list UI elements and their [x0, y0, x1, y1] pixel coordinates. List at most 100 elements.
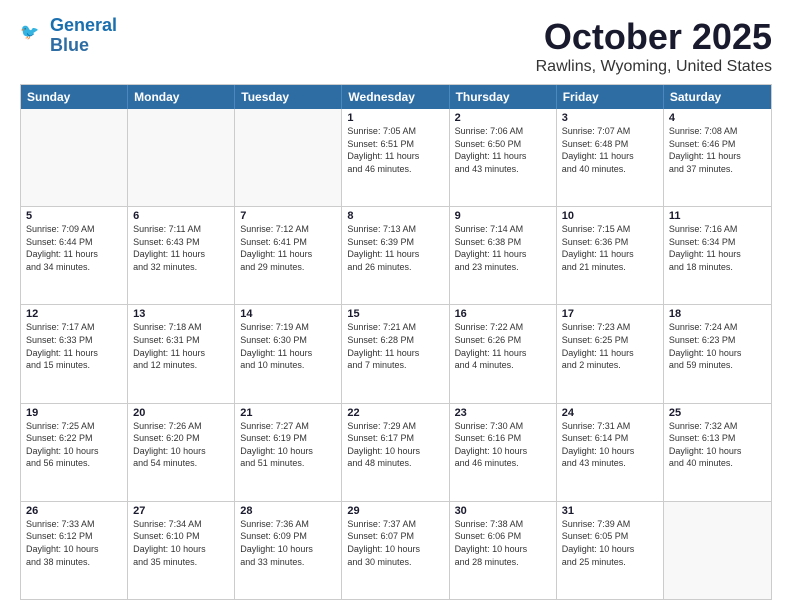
day-info: Sunrise: 7:05 AM Sunset: 6:51 PM Dayligh… — [347, 125, 443, 175]
calendar-cell: 9Sunrise: 7:14 AM Sunset: 6:38 PM Daylig… — [450, 207, 557, 304]
day-info: Sunrise: 7:09 AM Sunset: 6:44 PM Dayligh… — [26, 223, 122, 273]
cal-header-day: Monday — [128, 85, 235, 109]
calendar: SundayMondayTuesdayWednesdayThursdayFrid… — [20, 84, 772, 600]
cal-header-day: Thursday — [450, 85, 557, 109]
day-info: Sunrise: 7:22 AM Sunset: 6:26 PM Dayligh… — [455, 321, 551, 371]
calendar-row: 19Sunrise: 7:25 AM Sunset: 6:22 PM Dayli… — [21, 404, 771, 502]
calendar-cell: 6Sunrise: 7:11 AM Sunset: 6:43 PM Daylig… — [128, 207, 235, 304]
calendar-cell: 17Sunrise: 7:23 AM Sunset: 6:25 PM Dayli… — [557, 305, 664, 402]
calendar-cell: 28Sunrise: 7:36 AM Sunset: 6:09 PM Dayli… — [235, 502, 342, 599]
cal-header-day: Wednesday — [342, 85, 449, 109]
day-info: Sunrise: 7:33 AM Sunset: 6:12 PM Dayligh… — [26, 518, 122, 568]
page-title: October 2025 — [536, 16, 772, 58]
calendar-cell: 23Sunrise: 7:30 AM Sunset: 6:16 PM Dayli… — [450, 404, 557, 501]
calendar-cell: 8Sunrise: 7:13 AM Sunset: 6:39 PM Daylig… — [342, 207, 449, 304]
day-number: 30 — [455, 505, 551, 517]
day-number: 14 — [240, 308, 336, 320]
calendar-cell: 11Sunrise: 7:16 AM Sunset: 6:34 PM Dayli… — [664, 207, 771, 304]
calendar-cell: 13Sunrise: 7:18 AM Sunset: 6:31 PM Dayli… — [128, 305, 235, 402]
day-number: 6 — [133, 210, 229, 222]
calendar-cell: 19Sunrise: 7:25 AM Sunset: 6:22 PM Dayli… — [21, 404, 128, 501]
cal-header-day: Sunday — [21, 85, 128, 109]
day-number: 26 — [26, 505, 122, 517]
day-number: 9 — [455, 210, 551, 222]
day-number: 11 — [669, 210, 766, 222]
day-number: 7 — [240, 210, 336, 222]
calendar-cell — [128, 109, 235, 206]
calendar-cell: 20Sunrise: 7:26 AM Sunset: 6:20 PM Dayli… — [128, 404, 235, 501]
day-number: 2 — [455, 112, 551, 124]
day-number: 29 — [347, 505, 443, 517]
logo: 🐦 General Blue — [20, 16, 117, 56]
day-info: Sunrise: 7:30 AM Sunset: 6:16 PM Dayligh… — [455, 420, 551, 470]
calendar-cell — [235, 109, 342, 206]
day-info: Sunrise: 7:17 AM Sunset: 6:33 PM Dayligh… — [26, 321, 122, 371]
day-number: 22 — [347, 407, 443, 419]
day-number: 25 — [669, 407, 766, 419]
day-number: 12 — [26, 308, 122, 320]
day-info: Sunrise: 7:15 AM Sunset: 6:36 PM Dayligh… — [562, 223, 658, 273]
calendar-cell: 30Sunrise: 7:38 AM Sunset: 6:06 PM Dayli… — [450, 502, 557, 599]
cal-header-day: Tuesday — [235, 85, 342, 109]
day-info: Sunrise: 7:34 AM Sunset: 6:10 PM Dayligh… — [133, 518, 229, 568]
day-number: 13 — [133, 308, 229, 320]
day-info: Sunrise: 7:13 AM Sunset: 6:39 PM Dayligh… — [347, 223, 443, 273]
calendar-cell: 22Sunrise: 7:29 AM Sunset: 6:17 PM Dayli… — [342, 404, 449, 501]
calendar-cell: 25Sunrise: 7:32 AM Sunset: 6:13 PM Dayli… — [664, 404, 771, 501]
day-info: Sunrise: 7:27 AM Sunset: 6:19 PM Dayligh… — [240, 420, 336, 470]
calendar-cell: 27Sunrise: 7:34 AM Sunset: 6:10 PM Dayli… — [128, 502, 235, 599]
day-info: Sunrise: 7:25 AM Sunset: 6:22 PM Dayligh… — [26, 420, 122, 470]
cal-header-day: Saturday — [664, 85, 771, 109]
calendar-cell: 7Sunrise: 7:12 AM Sunset: 6:41 PM Daylig… — [235, 207, 342, 304]
calendar-cell — [664, 502, 771, 599]
calendar-cell: 12Sunrise: 7:17 AM Sunset: 6:33 PM Dayli… — [21, 305, 128, 402]
calendar-cell: 18Sunrise: 7:24 AM Sunset: 6:23 PM Dayli… — [664, 305, 771, 402]
day-number: 28 — [240, 505, 336, 517]
day-info: Sunrise: 7:08 AM Sunset: 6:46 PM Dayligh… — [669, 125, 766, 175]
day-info: Sunrise: 7:26 AM Sunset: 6:20 PM Dayligh… — [133, 420, 229, 470]
logo-icon: 🐦 — [20, 19, 48, 47]
day-info: Sunrise: 7:12 AM Sunset: 6:41 PM Dayligh… — [240, 223, 336, 273]
day-number: 18 — [669, 308, 766, 320]
day-info: Sunrise: 7:29 AM Sunset: 6:17 PM Dayligh… — [347, 420, 443, 470]
day-info: Sunrise: 7:31 AM Sunset: 6:14 PM Dayligh… — [562, 420, 658, 470]
header: 🐦 General Blue October 2025 Rawlins, Wyo… — [20, 16, 772, 76]
day-number: 17 — [562, 308, 658, 320]
calendar-cell: 4Sunrise: 7:08 AM Sunset: 6:46 PM Daylig… — [664, 109, 771, 206]
day-number: 20 — [133, 407, 229, 419]
day-info: Sunrise: 7:16 AM Sunset: 6:34 PM Dayligh… — [669, 223, 766, 273]
day-number: 4 — [669, 112, 766, 124]
calendar-cell: 26Sunrise: 7:33 AM Sunset: 6:12 PM Dayli… — [21, 502, 128, 599]
day-info: Sunrise: 7:21 AM Sunset: 6:28 PM Dayligh… — [347, 321, 443, 371]
calendar-row: 5Sunrise: 7:09 AM Sunset: 6:44 PM Daylig… — [21, 207, 771, 305]
day-number: 31 — [562, 505, 658, 517]
calendar-row: 1Sunrise: 7:05 AM Sunset: 6:51 PM Daylig… — [21, 109, 771, 207]
day-number: 10 — [562, 210, 658, 222]
day-info: Sunrise: 7:18 AM Sunset: 6:31 PM Dayligh… — [133, 321, 229, 371]
page: 🐦 General Blue October 2025 Rawlins, Wyo… — [0, 0, 792, 612]
calendar-cell: 31Sunrise: 7:39 AM Sunset: 6:05 PM Dayli… — [557, 502, 664, 599]
day-number: 24 — [562, 407, 658, 419]
day-number: 19 — [26, 407, 122, 419]
calendar-cell: 21Sunrise: 7:27 AM Sunset: 6:19 PM Dayli… — [235, 404, 342, 501]
day-number: 27 — [133, 505, 229, 517]
calendar-cell: 10Sunrise: 7:15 AM Sunset: 6:36 PM Dayli… — [557, 207, 664, 304]
calendar-row: 26Sunrise: 7:33 AM Sunset: 6:12 PM Dayli… — [21, 502, 771, 599]
calendar-cell: 3Sunrise: 7:07 AM Sunset: 6:48 PM Daylig… — [557, 109, 664, 206]
calendar-cell: 2Sunrise: 7:06 AM Sunset: 6:50 PM Daylig… — [450, 109, 557, 206]
day-number: 23 — [455, 407, 551, 419]
title-block: October 2025 Rawlins, Wyoming, United St… — [536, 16, 772, 76]
day-info: Sunrise: 7:11 AM Sunset: 6:43 PM Dayligh… — [133, 223, 229, 273]
calendar-header: SundayMondayTuesdayWednesdayThursdayFrid… — [21, 85, 771, 109]
calendar-cell: 1Sunrise: 7:05 AM Sunset: 6:51 PM Daylig… — [342, 109, 449, 206]
day-number: 21 — [240, 407, 336, 419]
calendar-cell: 16Sunrise: 7:22 AM Sunset: 6:26 PM Dayli… — [450, 305, 557, 402]
day-number: 5 — [26, 210, 122, 222]
day-info: Sunrise: 7:14 AM Sunset: 6:38 PM Dayligh… — [455, 223, 551, 273]
calendar-row: 12Sunrise: 7:17 AM Sunset: 6:33 PM Dayli… — [21, 305, 771, 403]
calendar-cell: 14Sunrise: 7:19 AM Sunset: 6:30 PM Dayli… — [235, 305, 342, 402]
day-info: Sunrise: 7:32 AM Sunset: 6:13 PM Dayligh… — [669, 420, 766, 470]
calendar-body: 1Sunrise: 7:05 AM Sunset: 6:51 PM Daylig… — [21, 109, 771, 599]
calendar-cell — [21, 109, 128, 206]
day-number: 16 — [455, 308, 551, 320]
